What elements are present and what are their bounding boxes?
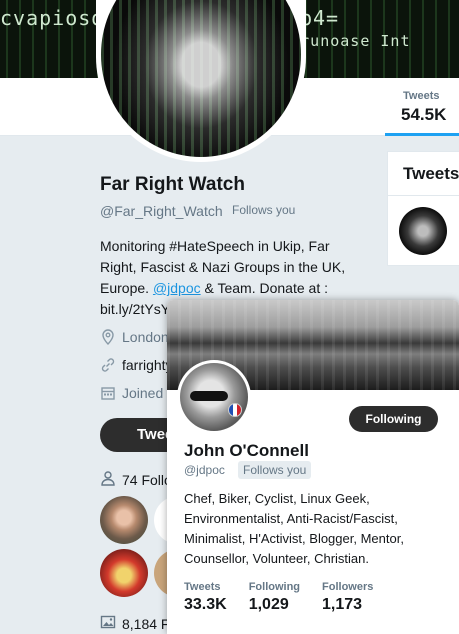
hovercard-handle[interactable]: @jdpoc <box>184 463 225 477</box>
hovercard-name[interactable]: John O'Connell <box>184 441 309 461</box>
avatar-image <box>101 0 301 157</box>
sunglasses-shape <box>190 391 228 401</box>
stat-label: Tweets <box>184 581 221 593</box>
profile-website: farrighty <box>100 355 173 375</box>
hovercard-follows-you-badge: Follows you <box>238 461 312 479</box>
follows-you-badge: Follows you <box>232 203 296 217</box>
photos-videos-text: 8,184 F <box>122 615 170 632</box>
location-pin-icon <box>100 329 116 345</box>
timeline-title: Tweets <box>403 164 459 183</box>
stat-value: 1,173 <box>322 596 363 613</box>
hovercard-stat-followers[interactable]: Followers 1,173 <box>322 581 373 614</box>
follower-avatar-3[interactable] <box>100 549 148 597</box>
stat-label: Followers <box>322 581 374 593</box>
image-icon <box>100 614 116 633</box>
hovercard-avatar-image <box>180 363 248 431</box>
profile-avatar[interactable] <box>96 0 306 162</box>
bio-mention-link[interactable]: @jdpoc <box>153 280 201 296</box>
timeline-divider <box>388 195 459 196</box>
profile-location: London <box>100 327 169 347</box>
calendar-icon <box>100 385 116 401</box>
profile-name[interactable]: Far Right Watch <box>100 174 245 196</box>
follower-avatar-1[interactable] <box>100 496 148 544</box>
link-icon <box>100 357 116 373</box>
followers-you-know[interactable]: 74 Follo <box>100 470 172 489</box>
timeline-tweet-avatar[interactable] <box>399 207 447 255</box>
stat-label: Following <box>248 581 301 593</box>
profile-joined: Joined <box>100 383 163 403</box>
stat-value: 33.3K <box>184 596 227 613</box>
nav-tweets-tab[interactable]: Tweets 54.5K <box>385 78 459 136</box>
hovercard-stats: Tweets 33.3K Following 1,029 Followers 1… <box>184 581 395 614</box>
profile-handle[interactable]: @Far_Right_Watch <box>100 203 223 219</box>
profile-hovercard: Following John O'Connell @jdpoc Follows … <box>167 300 459 634</box>
hovercard-avatar[interactable] <box>177 360 251 434</box>
following-button[interactable]: Following <box>349 406 438 432</box>
tricolor-badge-icon <box>228 403 242 417</box>
hovercard-bio: Chef, Biker, Cyclist, Linux Geek, Enviro… <box>184 491 404 566</box>
hovercard-stat-tweets[interactable]: Tweets 33.3K <box>184 581 227 614</box>
nav-tweets-label: Tweets <box>403 90 440 102</box>
location-text: London <box>122 329 169 345</box>
followers-you-know-text: 74 Follo <box>122 471 172 488</box>
stat-value: 1,029 <box>248 596 289 613</box>
avatar-code-overlay <box>101 0 301 157</box>
website-link[interactable]: farrighty <box>122 357 173 373</box>
person-icon <box>100 470 116 489</box>
hovercard-stat-following[interactable]: Following 1,029 <box>249 581 300 614</box>
joined-text: Joined <box>122 385 164 401</box>
nav-tweets-count: 54.5K <box>401 105 447 124</box>
timeline-card: Tweets <box>387 151 459 266</box>
photos-videos-link[interactable]: 8,184 F <box>100 614 169 633</box>
